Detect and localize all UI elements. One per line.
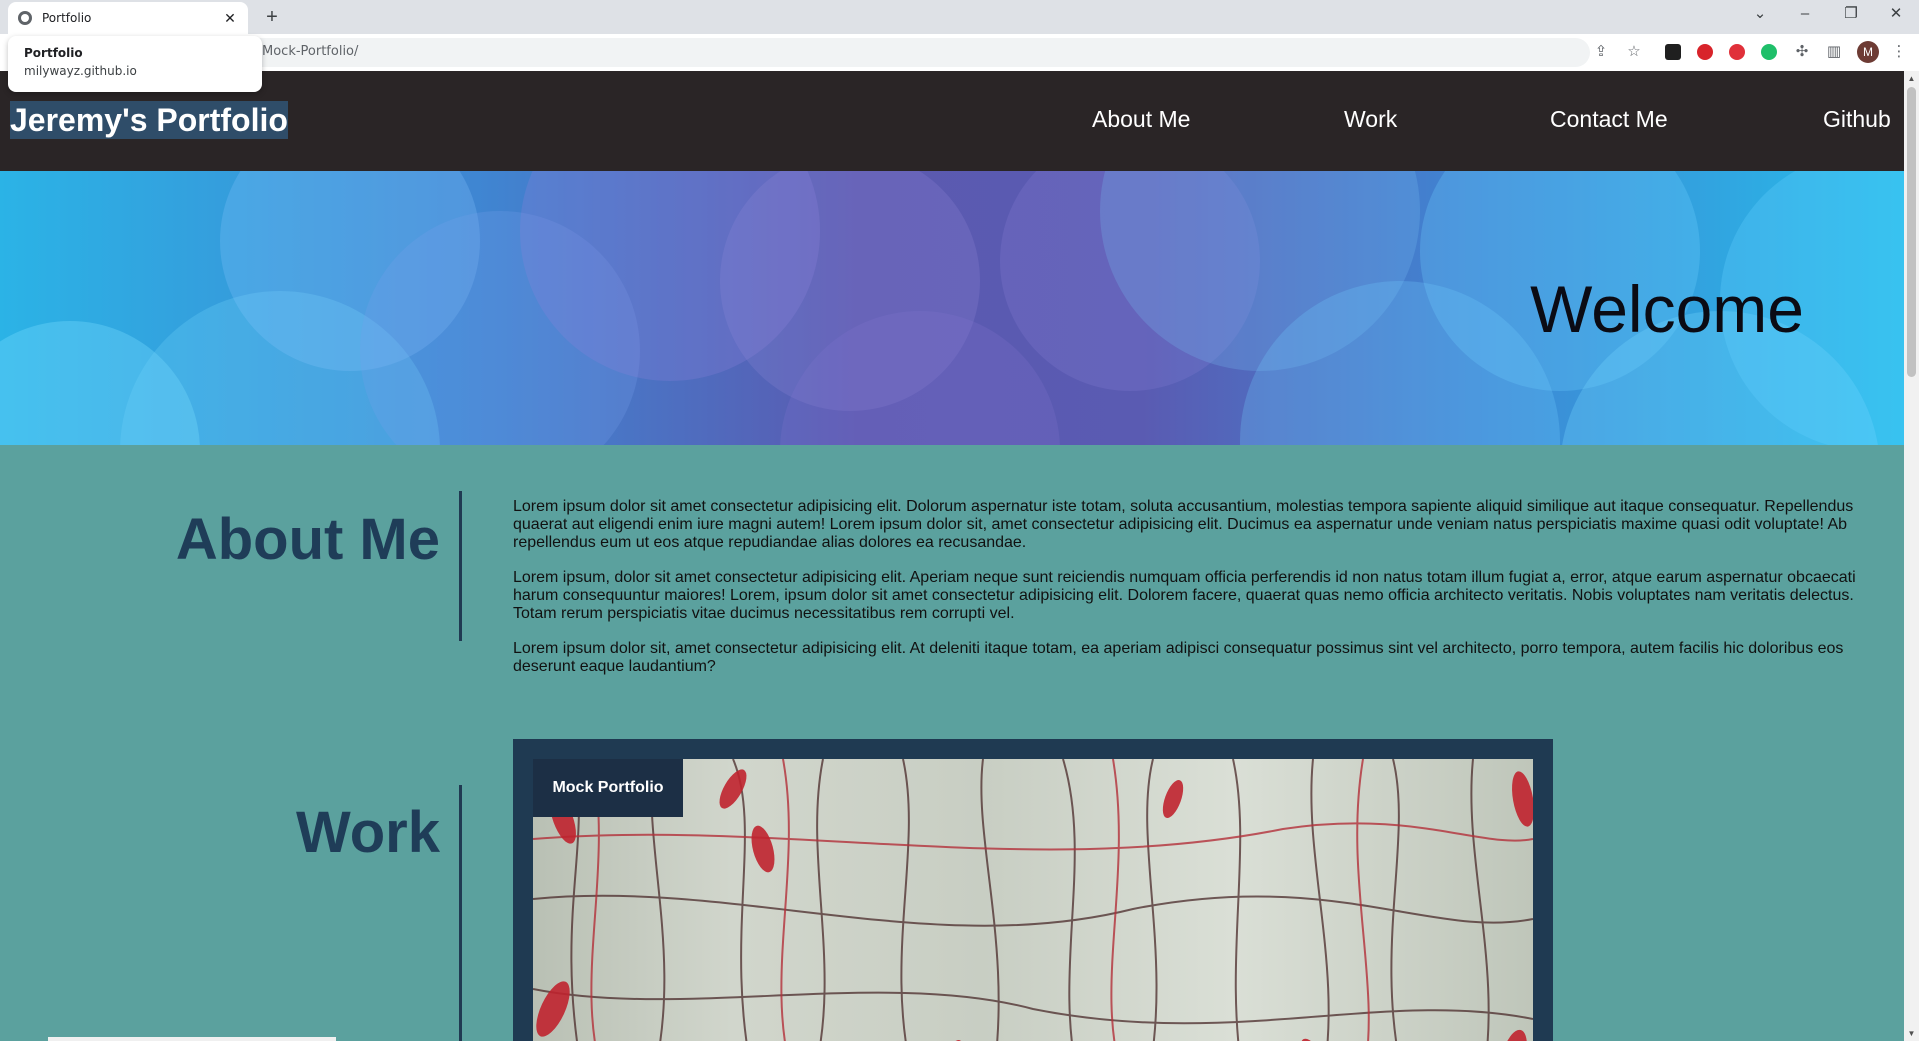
sidebar-icon[interactable]: ▥ <box>1825 43 1843 61</box>
globe-icon <box>18 11 32 25</box>
tab-title: Portfolio <box>42 11 92 25</box>
site-brand[interactable]: Jeremy's Portfolio <box>10 101 288 139</box>
page-viewport: Jeremy's Portfolio About Me Work Contact… <box>0 71 1904 1041</box>
horizontal-scrollbar[interactable] <box>48 1037 336 1041</box>
close-window-icon[interactable]: ✕ <box>1876 0 1916 30</box>
puzzle-icon[interactable]: ✣ <box>1793 43 1811 61</box>
hero-banner: Welcome <box>0 171 1904 445</box>
about-heading: About Me <box>175 507 440 572</box>
chevron-down-icon[interactable]: ⌄ <box>1740 0 1780 30</box>
avatar[interactable]: M <box>1857 41 1879 63</box>
nav-github[interactable]: Github <box>1823 106 1891 133</box>
hovercard-domain: milywayz.github.io <box>24 64 137 78</box>
about-text: Lorem ipsum dolor sit amet consectetur a… <box>513 498 1858 693</box>
minimize-icon[interactable]: – <box>1785 0 1825 30</box>
adblock-icon[interactable] <box>1729 44 1745 60</box>
work-divider <box>459 785 462 1041</box>
hero-title: Welcome <box>1530 272 1804 346</box>
tab-strip: Portfolio ✕ + ⌄ – ❐ ✕ <box>0 0 1919 34</box>
scroll-up-icon[interactable]: ▲ <box>1904 71 1919 86</box>
project-label[interactable]: Mock Portfolio <box>533 759 683 817</box>
scroll-down-icon[interactable]: ▼ <box>1904 1026 1919 1041</box>
tab-portfolio[interactable]: Portfolio ✕ <box>8 2 248 34</box>
work-card[interactable]: Mock Portfolio <box>513 739 1553 1041</box>
about-divider <box>459 491 462 641</box>
restore-icon[interactable]: ❐ <box>1831 0 1871 30</box>
extension-icon[interactable] <box>1665 44 1681 60</box>
close-icon[interactable]: ✕ <box>222 10 238 27</box>
page-scrollbar[interactable]: ▲ ▼ <box>1904 71 1919 1041</box>
hovercard-title: Portfolio <box>24 46 83 60</box>
about-paragraph: Lorem ipsum dolor sit, amet consectetur … <box>513 640 1844 675</box>
nav-work[interactable]: Work <box>1344 106 1397 133</box>
work-heading: Work <box>296 800 440 865</box>
about-paragraph: Lorem ipsum dolor sit amet consectetur a… <box>513 498 1854 551</box>
about-paragraph: Lorem ipsum, dolor sit amet consectetur … <box>513 569 1856 622</box>
site-header: Jeremy's Portfolio About Me Work Contact… <box>0 71 1904 171</box>
extension-icon[interactable] <box>1761 44 1777 60</box>
project-image[interactable]: Mock Portfolio <box>533 759 1533 1041</box>
extension-icon[interactable] <box>1697 44 1713 60</box>
scrollbar-thumb[interactable] <box>1907 87 1916 377</box>
nav-contact-me[interactable]: Contact Me <box>1550 106 1668 133</box>
vines-illustration <box>533 759 1533 1041</box>
nav-about-me[interactable]: About Me <box>1092 106 1190 133</box>
tab-hover-card: Portfolio milywayz.github.io <box>8 36 262 92</box>
star-icon[interactable]: ☆ <box>1625 43 1643 61</box>
url-text[interactable]: Mock-Portfolio/ <box>262 44 358 59</box>
new-tab-button[interactable]: + <box>260 6 284 30</box>
kebab-menu-icon[interactable]: ⋮ <box>1890 43 1908 61</box>
share-icon[interactable]: ⇪ <box>1592 43 1610 61</box>
